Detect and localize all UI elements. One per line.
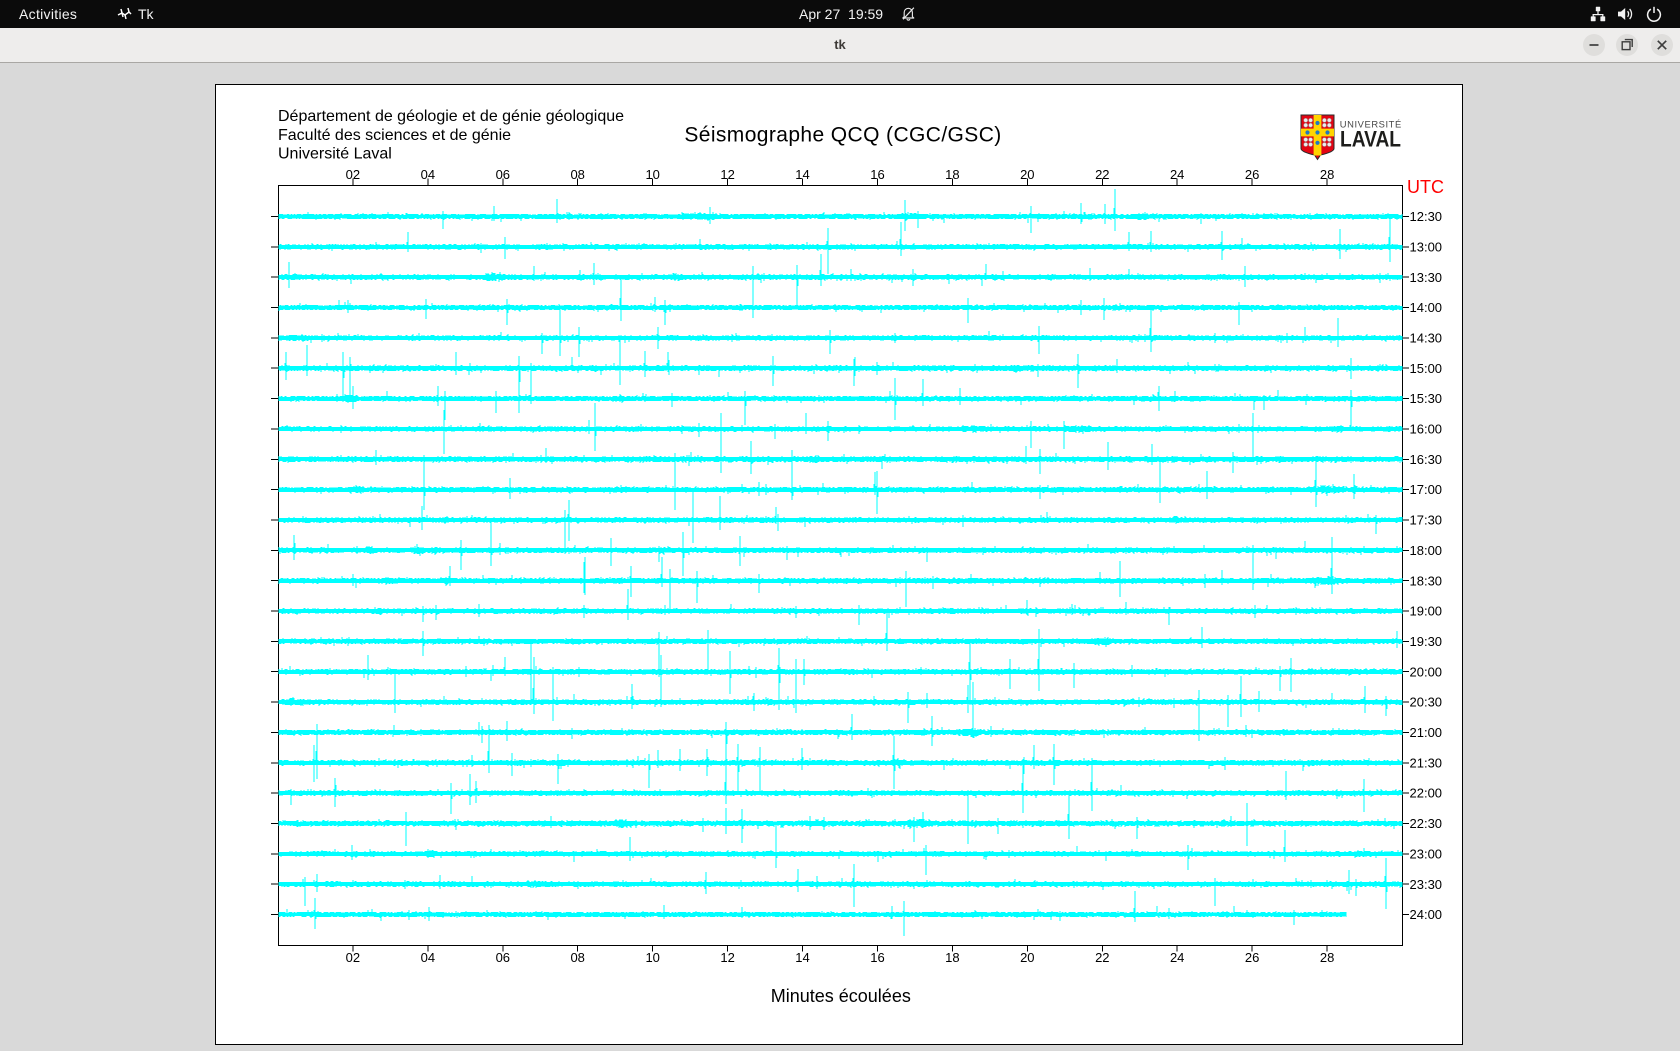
svg-text:24: 24 xyxy=(1170,950,1184,965)
svg-text:02: 02 xyxy=(346,167,360,182)
svg-text:04: 04 xyxy=(421,167,435,182)
svg-text:16: 16 xyxy=(870,950,884,965)
svg-text:22:00: 22:00 xyxy=(1410,786,1443,801)
svg-text:16:00: 16:00 xyxy=(1410,422,1443,437)
svg-text:22:30: 22:30 xyxy=(1410,816,1443,831)
svg-text:21:30: 21:30 xyxy=(1410,755,1443,770)
svg-text:14:00: 14:00 xyxy=(1410,300,1443,315)
svg-text:Université Laval: Université Laval xyxy=(278,146,392,163)
svg-text:28: 28 xyxy=(1320,167,1334,182)
svg-text:24:00: 24:00 xyxy=(1410,907,1443,922)
svg-text:16: 16 xyxy=(870,167,884,182)
svg-text:LAVAL: LAVAL xyxy=(1340,127,1401,152)
svg-text:18:00: 18:00 xyxy=(1410,543,1443,558)
svg-text:13:00: 13:00 xyxy=(1410,239,1443,254)
svg-text:14:30: 14:30 xyxy=(1410,331,1443,346)
svg-text:10: 10 xyxy=(645,950,659,965)
svg-text:16:30: 16:30 xyxy=(1410,452,1443,467)
svg-text:02: 02 xyxy=(346,950,360,965)
svg-text:17:30: 17:30 xyxy=(1410,513,1443,528)
svg-text:20:00: 20:00 xyxy=(1410,664,1443,679)
svg-text:26: 26 xyxy=(1245,167,1259,182)
svg-text:22: 22 xyxy=(1095,167,1109,182)
svg-text:19:30: 19:30 xyxy=(1410,634,1443,649)
svg-text:23:00: 23:00 xyxy=(1410,846,1443,861)
svg-text:06: 06 xyxy=(496,167,510,182)
svg-text:24: 24 xyxy=(1170,167,1184,182)
svg-text:Minutes écoulées: Minutes écoulées xyxy=(771,986,911,1006)
svg-text:Séismographe QCQ (CGC/GSC): Séismographe QCQ (CGC/GSC) xyxy=(684,124,1001,147)
svg-text:08: 08 xyxy=(570,167,584,182)
svg-text:26: 26 xyxy=(1245,950,1259,965)
svg-text:04: 04 xyxy=(421,950,435,965)
svg-text:14: 14 xyxy=(795,167,809,182)
svg-text:14: 14 xyxy=(795,950,809,965)
svg-text:Département de géologie et de: Département de géologie et de génie géol… xyxy=(278,108,624,125)
svg-text:Faculté des sciences et de gén: Faculté des sciences et de génie xyxy=(278,127,511,144)
svg-text:13:30: 13:30 xyxy=(1410,270,1443,285)
svg-text:21:00: 21:00 xyxy=(1410,725,1443,740)
svg-text:06: 06 xyxy=(496,950,510,965)
svg-text:15:30: 15:30 xyxy=(1410,391,1443,406)
svg-text:23:30: 23:30 xyxy=(1410,877,1443,892)
svg-text:08: 08 xyxy=(570,950,584,965)
svg-text:18: 18 xyxy=(945,950,959,965)
svg-text:12: 12 xyxy=(720,167,734,182)
svg-text:20:30: 20:30 xyxy=(1410,695,1443,710)
svg-text:20: 20 xyxy=(1020,167,1034,182)
svg-text:18: 18 xyxy=(945,167,959,182)
svg-text:20: 20 xyxy=(1020,950,1034,965)
svg-text:12:30: 12:30 xyxy=(1410,209,1443,224)
svg-text:10: 10 xyxy=(645,167,659,182)
svg-text:18:30: 18:30 xyxy=(1410,573,1443,588)
svg-text:28: 28 xyxy=(1320,950,1334,965)
svg-text:17:00: 17:00 xyxy=(1410,482,1443,497)
svg-text:12: 12 xyxy=(720,950,734,965)
svg-text:22: 22 xyxy=(1095,950,1109,965)
svg-text:15:00: 15:00 xyxy=(1410,361,1443,376)
svg-text:19:00: 19:00 xyxy=(1410,604,1443,619)
svg-text:UTC: UTC xyxy=(1407,177,1444,197)
